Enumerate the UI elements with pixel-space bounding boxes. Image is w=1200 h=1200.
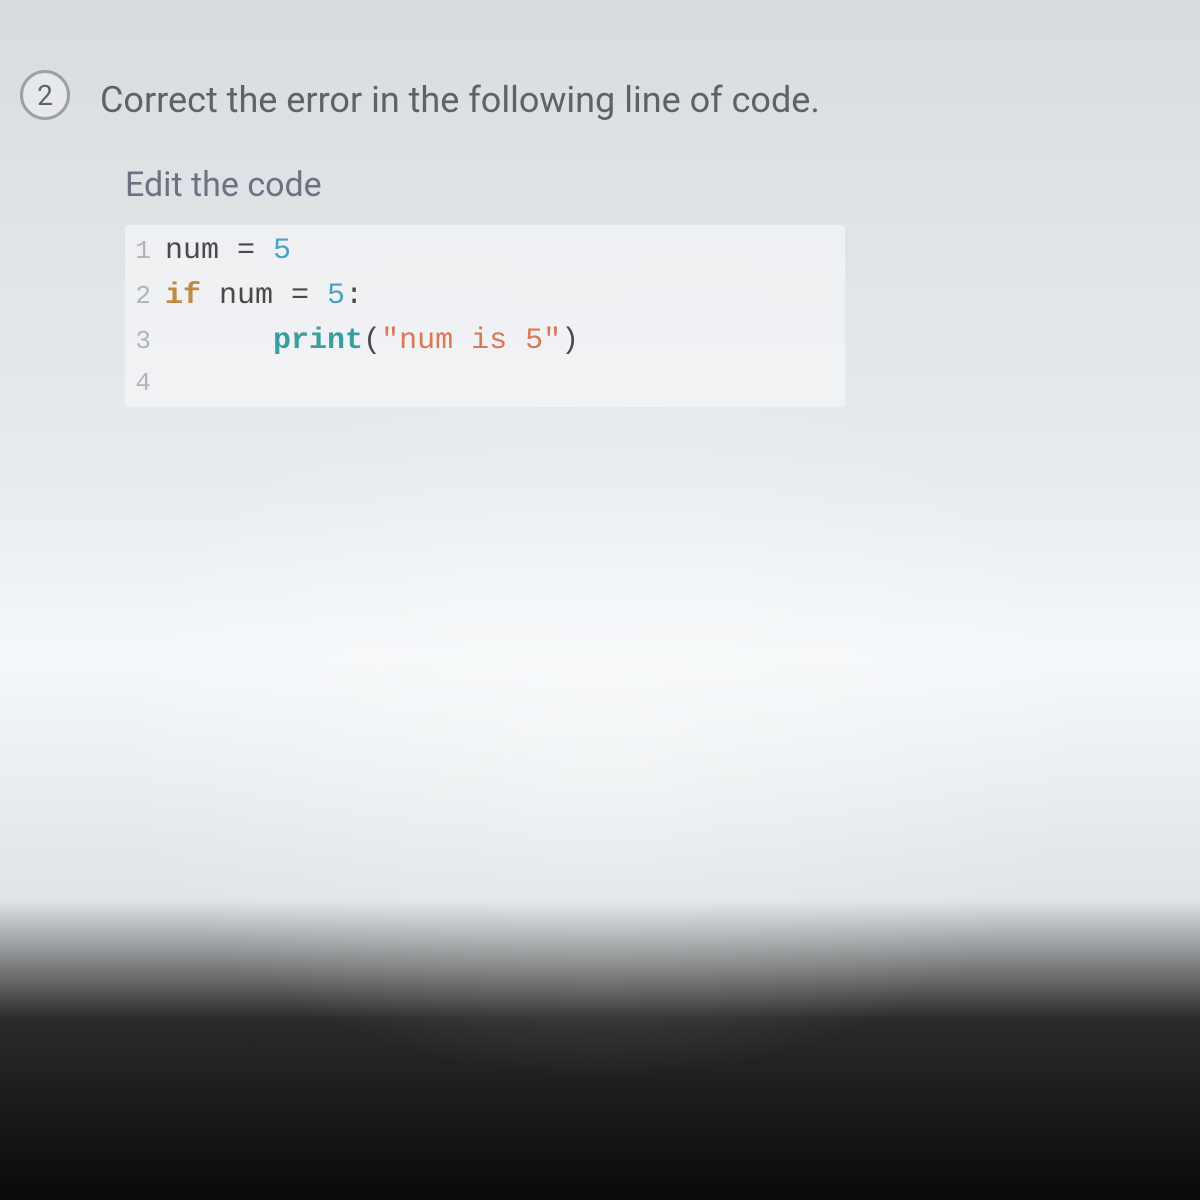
line-number: 3 — [125, 322, 165, 361]
code-line[interactable]: 3 print("num is 5") — [125, 319, 845, 364]
code-content[interactable]: print("num is 5") — [165, 319, 579, 364]
code-token: 5 — [327, 279, 345, 313]
code-token: "num is 5" — [381, 324, 561, 358]
code-token: : — [345, 279, 363, 313]
code-token: ) — [561, 324, 579, 358]
editor-section: Edit the code 1num = 52if num = 5:3 prin… — [125, 165, 1160, 407]
editor-label: Edit the code — [125, 165, 1160, 205]
question-prompt: Correct the error in the following line … — [100, 70, 820, 125]
code-token: 5 — [273, 234, 291, 268]
code-line[interactable]: 4 — [125, 364, 845, 403]
code-editor[interactable]: 1num = 52if num = 5:3 print("num is 5")4 — [125, 225, 845, 407]
question-number-text: 2 — [37, 79, 53, 112]
line-number: 4 — [125, 364, 165, 403]
code-token: ( — [363, 324, 381, 358]
line-number: 2 — [125, 277, 165, 316]
question-number-badge: 2 — [20, 70, 70, 120]
code-token — [165, 324, 273, 358]
line-number: 1 — [125, 232, 165, 271]
code-content[interactable]: num = 5 — [165, 229, 291, 274]
code-token: num — [201, 279, 291, 313]
code-token: if — [165, 279, 201, 313]
code-token: = — [237, 234, 273, 268]
code-content[interactable]: if num = 5: — [165, 274, 363, 319]
question-header: 2 Correct the error in the following lin… — [20, 70, 1160, 125]
code-line[interactable]: 2if num = 5: — [125, 274, 845, 319]
question-container: 2 Correct the error in the following lin… — [0, 0, 1200, 447]
code-token: num — [165, 234, 237, 268]
code-line[interactable]: 1num = 5 — [125, 229, 845, 274]
code-token: = — [291, 279, 327, 313]
code-token: print — [273, 324, 363, 358]
